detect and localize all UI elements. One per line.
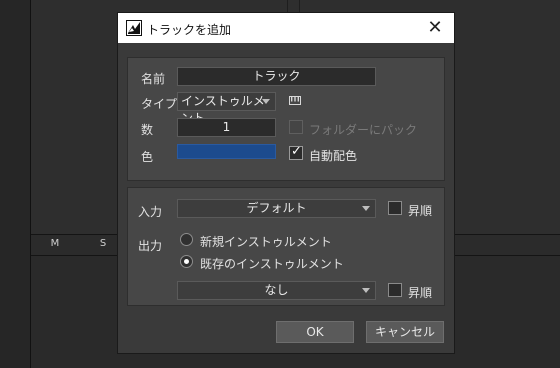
cancel-button[interactable]: キャンセル	[366, 321, 444, 343]
type-select[interactable]: インストゥルメント	[177, 92, 276, 125]
pack-folder-label: フォルダーにパック	[309, 123, 418, 137]
track-list-edge	[0, 0, 31, 368]
routing-panel: 入力 デフォルト 昇順 出力 新規インストゥルメント 既存のインストゥルメント …	[127, 187, 445, 306]
input-sort-label: 昇順	[408, 204, 433, 218]
count-input[interactable]: 1	[177, 118, 276, 137]
output-sort-label: 昇順	[408, 286, 433, 300]
add-track-dialog: トラックを追加 ✕ 名前 トラック タイプ インストゥルメント 数 1 フォルダ…	[117, 12, 455, 354]
ok-button[interactable]: OK	[276, 321, 354, 343]
output-new-radio[interactable]	[180, 233, 193, 246]
input-select-value: デフォルト	[246, 201, 307, 215]
pack-folder-checkbox[interactable]	[289, 120, 303, 134]
chevron-down-icon	[362, 206, 370, 211]
dialog-title: トラックを追加	[147, 23, 232, 37]
chevron-down-icon	[262, 99, 270, 104]
app-icon	[126, 20, 142, 36]
keyboard-icon	[289, 96, 301, 105]
color-swatch[interactable]	[177, 144, 276, 159]
mute-button[interactable]: M	[45, 238, 65, 249]
type-label: タイプ	[141, 97, 178, 111]
auto-color-checkbox[interactable]: ✓	[289, 144, 303, 160]
name-label: 名前	[141, 72, 166, 86]
count-label: 数	[141, 123, 154, 137]
output-select-value: なし	[264, 283, 289, 297]
input-sort-checkbox[interactable]	[388, 201, 402, 215]
solo-button[interactable]: S	[93, 238, 113, 249]
track-settings-panel: 名前 トラック タイプ インストゥルメント 数 1 フォルダーにパック 色 ✓ …	[127, 57, 445, 181]
name-input[interactable]: トラック	[177, 67, 376, 86]
checkmark-icon: ✓	[291, 144, 302, 159]
input-select[interactable]: デフォルト	[177, 199, 376, 218]
color-label: 色	[141, 150, 154, 164]
output-label: 出力	[138, 239, 163, 253]
chevron-down-icon	[362, 288, 370, 293]
close-icon[interactable]: ✕	[422, 16, 448, 40]
auto-color-label: 自動配色	[309, 149, 358, 163]
output-select[interactable]: なし	[177, 281, 376, 300]
output-sort-checkbox[interactable]	[388, 283, 402, 297]
dialog-titlebar: トラックを追加 ✕	[118, 13, 454, 43]
input-label: 入力	[138, 205, 163, 219]
output-existing-radio[interactable]	[180, 255, 193, 268]
output-existing-label: 既存のインストゥルメント	[200, 257, 344, 271]
output-new-label: 新規インストゥルメント	[200, 235, 332, 249]
